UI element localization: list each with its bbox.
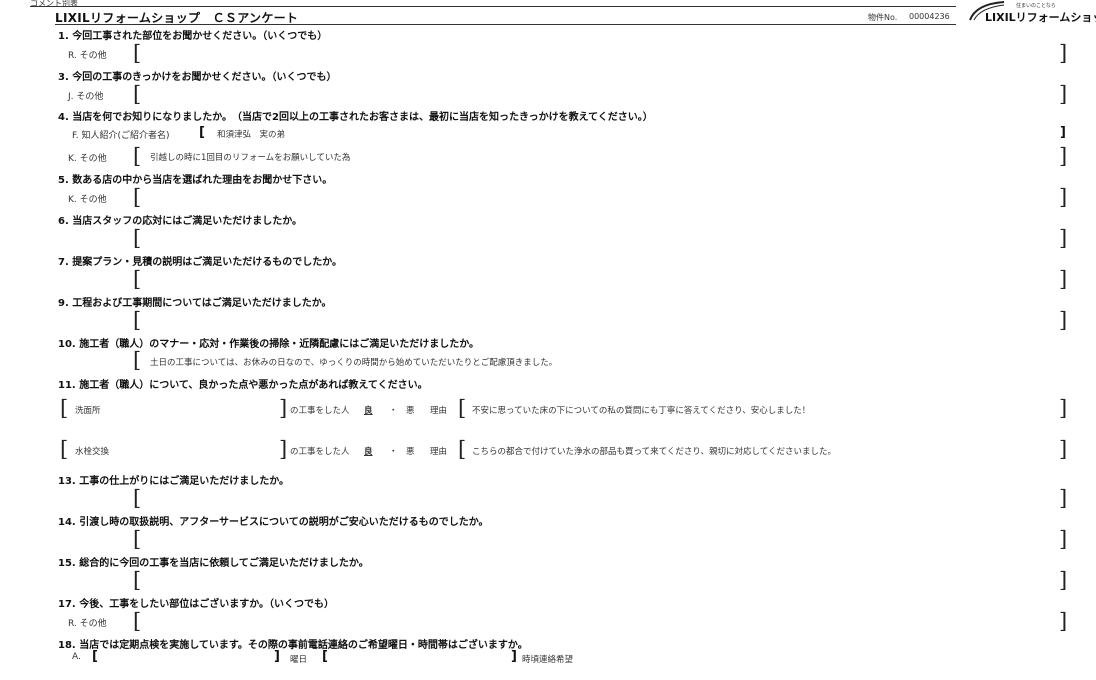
q6-bracket-open: [ (133, 226, 142, 250)
q15-bracket-close: ] (1059, 568, 1068, 592)
q5-bracket-open: [ (133, 185, 142, 209)
q4-option-k-label: K. その他 (68, 154, 107, 164)
question-1: 1. 今回工事された部位をお聞かせください。（いくつでも） (58, 31, 328, 42)
q13-bracket-close: ] (1059, 486, 1068, 510)
q9-bracket-open: [ (133, 308, 142, 332)
question-11: 11. 施工者（職人）について、良かった点や悪かった点があれば教えてください。 (58, 380, 428, 391)
question-17: 17. 今後、工事をしたい部位はございますか。（いくつでも） (58, 599, 334, 610)
q11-row1-reason-bracket-open: [ (458, 396, 467, 420)
q10-answer: 土日の工事については、お休みの日なので、ゆっくりの時間から始めていただいたりとご… (150, 358, 558, 368)
q11-row2-sep: ・ (389, 447, 398, 457)
q7-bracket-close: ] (1059, 267, 1068, 291)
question-3: 3. 今回の工事のきっかけをお聞かせください。（いくつでも） (58, 72, 337, 83)
question-9: 9. 工程および工事期間についてはご満足いただけましたか。 (58, 298, 332, 309)
q17-bracket-close: ] (1059, 609, 1068, 633)
q11-row2-reason-bracket-close: ] (1059, 437, 1068, 461)
question-7: 7. 提案プラン・見積の説明はご満足いただけるものでしたか。 (58, 257, 343, 268)
q11-row2-reason-bracket-open: [ (458, 437, 467, 461)
q15-bracket-open: [ (133, 568, 142, 592)
q4-k-bracket-close: ] (1059, 144, 1068, 168)
q17-bracket-open: [ (133, 609, 142, 633)
q11-row2-good: 良 (364, 447, 373, 457)
q10-bracket-open: [ (133, 348, 142, 372)
q11-row1-suffix: の工事をした人 (290, 406, 350, 416)
q11-row1-good: 良 (364, 406, 373, 416)
q18-day-bracket-open: [ (92, 649, 98, 664)
q4-option-f-label: F. 知人紹介(ご紹介者名) (72, 131, 170, 141)
q4-f-bracket-close: ] (1060, 125, 1066, 140)
company-logo: 住まいのことなら LIXILリフォームショップ (966, 0, 1096, 26)
question-5: 5. 数ある店の中から当店を選ばれた理由をお聞かせ下さい。 (58, 175, 333, 186)
q11-row1-sep: ・ (389, 406, 398, 416)
q11-row1-reason-bracket-close: ] (1059, 396, 1068, 420)
q11-row1-work-bracket-close: ] (279, 396, 288, 420)
q4-f-bracket-open: [ (199, 125, 205, 140)
q11-row2-work-bracket-close: ] (279, 437, 288, 461)
q11-row2-bad: 悪 (406, 447, 415, 457)
q18-day-label: 曜日 (290, 655, 308, 665)
question-4: 4. 当店を何でお知りになりましたか。 （当店で2回以上の工事されたお客さまは、… (58, 112, 653, 123)
top-label: コメント別表 (30, 0, 78, 8)
q18-option-label: A. (72, 652, 81, 662)
q3-bracket-close: ] (1059, 82, 1068, 106)
question-14: 14. 引渡し時の取扱説明、アフターサービスについての説明がご安心いただけるもの… (58, 517, 489, 528)
header-top-rule (30, 6, 956, 7)
q3-bracket-open: [ (133, 82, 142, 106)
q11-row1-work: 洗面所 (75, 406, 101, 416)
q4-k-bracket-open: [ (133, 144, 142, 168)
q5-bracket-close: ] (1059, 185, 1068, 209)
question-15: 15. 総合的に今回の工事を当店に依頼してご満足いただけましたか。 (58, 558, 369, 569)
property-label: 物件No. (868, 13, 898, 22)
q17-option-label: R. その他 (68, 619, 107, 629)
q13-bracket-open: [ (133, 486, 142, 510)
q1-bracket-open: [ (133, 41, 142, 65)
q11-row2-reason-label: 理由 (430, 447, 448, 457)
header-bottom-rule (55, 24, 956, 25)
q1-bracket-close: ] (1059, 41, 1068, 65)
q14-bracket-open: [ (133, 527, 142, 551)
q4-f-answer: 和須津弘 実の弟 (217, 130, 286, 140)
q3-option-label: J. その他 (68, 92, 104, 102)
q5-option-label: K. その他 (68, 195, 107, 205)
q18-time-label: 時頃連絡希望 (522, 655, 574, 665)
q1-option-label: R. その他 (68, 51, 107, 61)
q11-row2-work: 水栓交換 (75, 447, 110, 457)
q14-bracket-close: ] (1059, 527, 1068, 551)
q18-time-bracket-close: ] (511, 649, 517, 664)
question-6: 6. 当店スタッフの応対にはご満足いただけましたか。 (58, 216, 303, 227)
question-10: 10. 施工者（職人）のマナー・応対・作業後の掃除・近隣配慮にはご満足いただけま… (58, 339, 479, 350)
logo-tagline: 住まいのことなら (1016, 3, 1056, 9)
question-18: 18. 当店では定期点検を実施しています。その際の事前電話連絡のご希望曜日・時間… (58, 640, 528, 651)
q7-bracket-open: [ (133, 267, 142, 291)
q18-day-bracket-close: ] (274, 649, 280, 664)
logo-text: LIXILリフォームショップ (985, 11, 1096, 24)
q11-row1-reason: 不安に思っていた床の下についての私の質問にも丁寧に答えてくださり、安心しました！ (472, 406, 811, 416)
q11-row2-reason: こちらの都合で付けていた浄水の部品も買って来てくださり、親切に対応してくださいま… (472, 447, 836, 457)
q18-time-bracket-open: [ (322, 649, 328, 664)
q11-row1-bad: 悪 (406, 406, 415, 416)
property-number: 00004236 (909, 12, 950, 21)
q4-k-answer: 引越しの時に1回目のリフォームをお願いしていた為 (150, 153, 351, 163)
q11-row2-work-bracket-open: [ (60, 437, 69, 461)
question-13: 13. 工事の仕上がりにはご満足いただけましたか。 (58, 476, 289, 487)
q11-row1-reason-label: 理由 (430, 406, 448, 416)
q9-bracket-close: ] (1059, 308, 1068, 332)
q11-row2-suffix: の工事をした人 (290, 447, 350, 457)
q11-row1-work-bracket-open: [ (60, 396, 69, 420)
q6-bracket-close: ] (1059, 226, 1068, 250)
